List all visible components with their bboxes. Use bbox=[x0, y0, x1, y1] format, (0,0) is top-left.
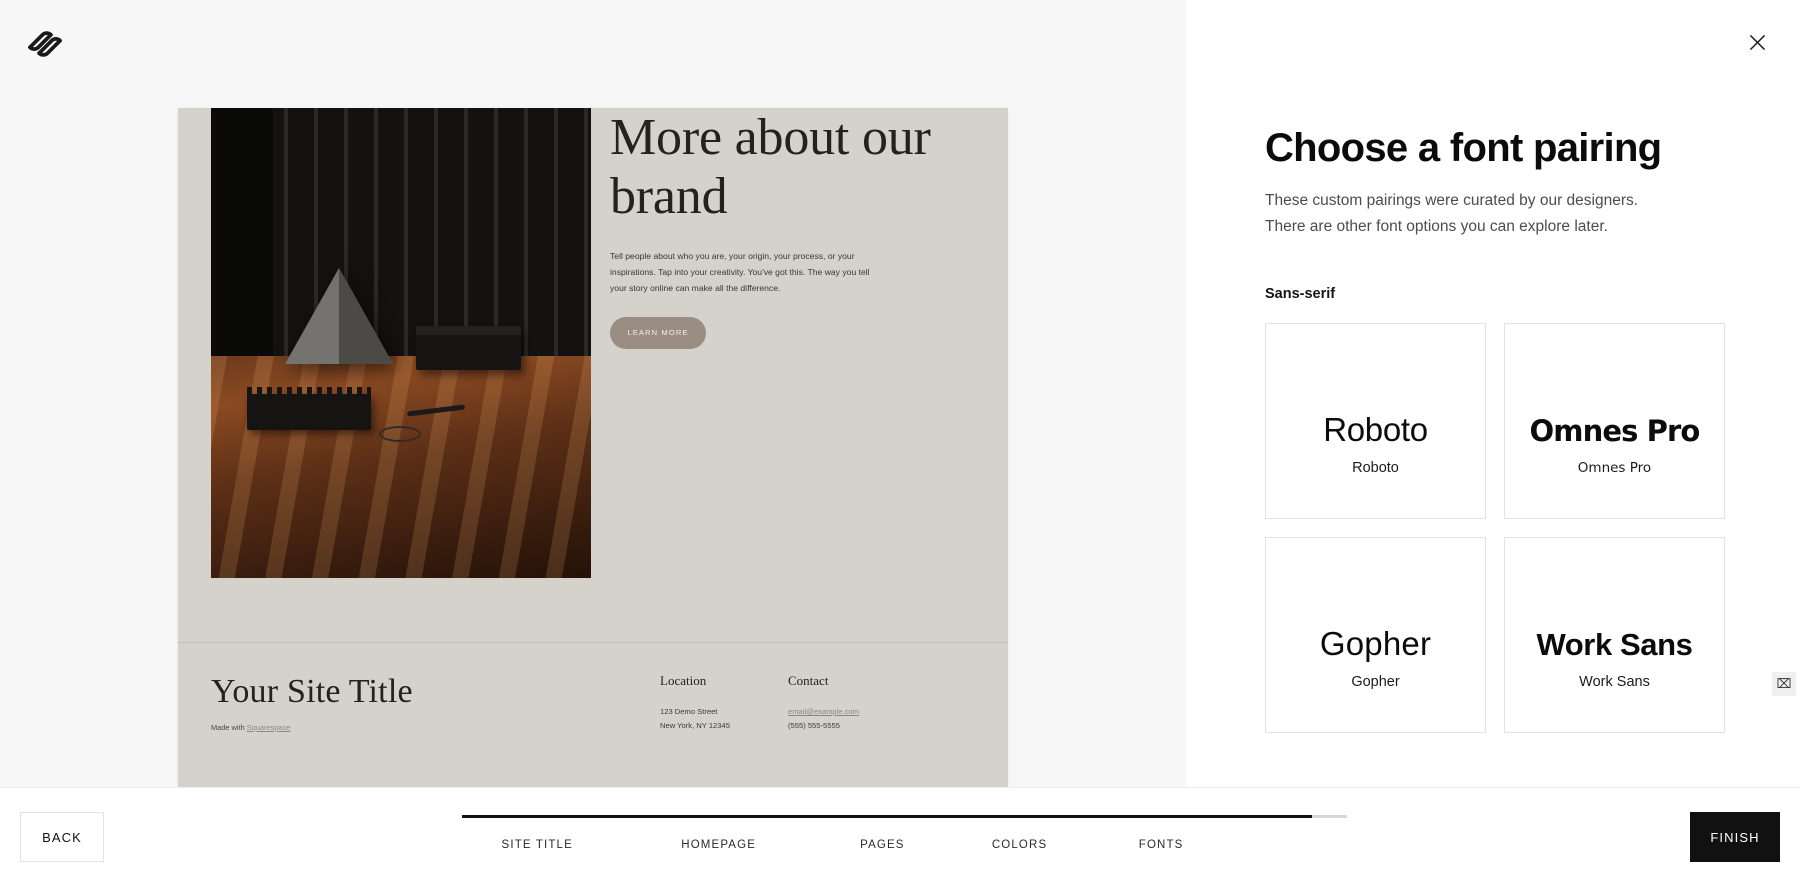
wizard-step-fonts[interactable]: FONTS bbox=[1139, 839, 1184, 851]
footer-site-title: Your Site Title bbox=[211, 673, 413, 710]
font-card-grid: Roboto Roboto Omnes Pro Omnes Pro Gopher… bbox=[1265, 323, 1735, 733]
footer-location-heading: Location bbox=[660, 673, 707, 688]
app-root: More about our brand Tell people about w… bbox=[0, 0, 1800, 885]
made-with-prefix: Made with bbox=[211, 723, 247, 732]
wizard-step-site-title[interactable]: SITE TITLE bbox=[502, 839, 573, 851]
hero-photo bbox=[211, 108, 591, 578]
wizard-step-colors[interactable]: COLORS bbox=[992, 839, 1047, 851]
font-card-body-name: Omnes Pro bbox=[1577, 460, 1652, 476]
font-card-roboto[interactable]: Roboto Roboto bbox=[1265, 323, 1486, 519]
photo-glasses-object bbox=[379, 426, 421, 442]
font-card-work-sans[interactable]: Work Sans Work Sans bbox=[1504, 537, 1725, 733]
cursor-indicator: ⌧ bbox=[1772, 672, 1796, 696]
panel-subtitle: These custom pairings were curated by ou… bbox=[1265, 188, 1735, 240]
squarespace-logo-icon[interactable] bbox=[24, 24, 66, 64]
footer-phone-number: (555) 555-5555 bbox=[788, 721, 840, 730]
learn-more-button[interactable]: LEARN MORE bbox=[610, 316, 706, 349]
step-labels-row: SITE TITLE HOMEPAGE PAGES COLORS FONTS bbox=[462, 839, 1347, 855]
panel-subtitle-line-2: There are other font options you can exp… bbox=[1265, 218, 1608, 235]
panel-subtitle-line-1: These custom pairings were curated by ou… bbox=[1265, 192, 1639, 209]
wizard-step-pages[interactable]: PAGES bbox=[860, 839, 905, 851]
progress-track bbox=[462, 815, 1347, 818]
page-title: Choose a font pairing bbox=[1265, 126, 1662, 170]
squarespace-link[interactable]: Squarespace bbox=[247, 723, 291, 732]
font-card-body-name: Work Sans bbox=[1579, 674, 1650, 690]
footer-contact-heading: Contact bbox=[788, 673, 829, 688]
hero-text-block: More about our brand Tell people about w… bbox=[610, 108, 980, 349]
hero-title: More about our brand bbox=[610, 109, 931, 225]
font-card-body-name: Gopher bbox=[1351, 674, 1400, 690]
footer-column-location: Location 123 Demo Street New York, NY 12… bbox=[660, 673, 730, 733]
font-card-display-name: Omnes Pro bbox=[1529, 414, 1701, 448]
panel-content: Choose a font pairing These custom pairi… bbox=[1265, 125, 1735, 733]
photo-wall-shadow bbox=[211, 108, 273, 374]
footer-email-link[interactable]: email@example.com bbox=[788, 705, 859, 719]
wizard-steps: SITE TITLE HOMEPAGE PAGES COLORS FONTS bbox=[462, 815, 1347, 855]
font-card-gopher[interactable]: Gopher Gopher bbox=[1265, 537, 1486, 733]
font-category-label: Sans-serif bbox=[1265, 286, 1336, 302]
font-card-display-name: Gopher bbox=[1319, 625, 1432, 662]
back-button[interactable]: BACK bbox=[20, 812, 104, 862]
font-card-body-name: Roboto bbox=[1352, 460, 1399, 476]
photo-pyramid-shadow bbox=[339, 268, 393, 364]
footer-brand-block: Your Site Title Made with Squarespace bbox=[211, 673, 413, 732]
font-card-display-name: Work Sans bbox=[1536, 627, 1693, 662]
photo-box-object bbox=[416, 326, 521, 370]
site-preview-pane: More about our brand Tell people about w… bbox=[0, 0, 1186, 787]
preview-footer: Your Site Title Made with Squarespace Lo… bbox=[178, 642, 1008, 787]
close-icon[interactable] bbox=[1742, 27, 1772, 57]
footer-location-line-2: New York, NY 12345 bbox=[660, 721, 730, 730]
preview-hero-section: More about our brand Tell people about w… bbox=[178, 108, 1008, 688]
footer-column-contact: Contact email@example.com (555) 555-5555 bbox=[788, 673, 859, 733]
wizard-step-homepage[interactable]: HOMEPAGE bbox=[681, 839, 756, 851]
hero-body-text: Tell people about who you are, your orig… bbox=[610, 251, 870, 294]
finish-button[interactable]: FINISH bbox=[1690, 812, 1780, 862]
progress-fill bbox=[462, 815, 1312, 818]
photo-comb-object bbox=[247, 387, 371, 430]
font-pairing-panel: Choose a font pairing These custom pairi… bbox=[1186, 0, 1800, 787]
wizard-bottom-bar: BACK SITE TITLE HOMEPAGE PAGES COLORS FONTS … bbox=[0, 787, 1800, 885]
font-card-display-name: Roboto bbox=[1323, 411, 1428, 448]
font-card-omnes-pro[interactable]: Omnes Pro Omnes Pro bbox=[1504, 323, 1725, 519]
made-with-squarespace: Made with Squarespace bbox=[211, 723, 413, 732]
website-preview-mockup: More about our brand Tell people about w… bbox=[178, 108, 1008, 787]
footer-location-line-1: 123 Demo Street bbox=[660, 707, 718, 716]
